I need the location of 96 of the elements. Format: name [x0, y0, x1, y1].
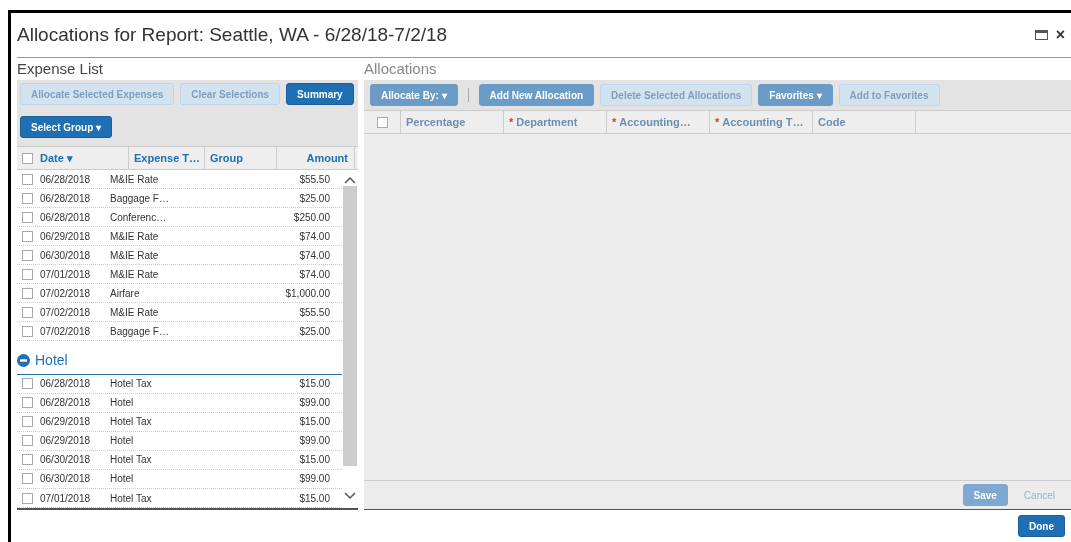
group-label: Hotel [35, 352, 68, 369]
amount-cell-text: $74.00 [298, 249, 331, 261]
column-header[interactable]: Department [516, 116, 578, 128]
expense-type-cell-text: Hotel Tax [110, 378, 153, 390]
amount-cell-text: $99.00 [298, 473, 331, 485]
expense-type-cell-text: Baggage F… [110, 325, 170, 337]
date-cell-text: 06/29/2018 [39, 435, 92, 447]
checkbox[interactable] [376, 116, 388, 128]
amount-cell-text: $25.00 [298, 192, 331, 204]
maximize-icon[interactable] [1034, 30, 1048, 40]
column-header[interactable]: Accounting… [619, 116, 691, 128]
checkbox[interactable] [21, 173, 33, 185]
amount-cell-text: $1,000.00 [284, 287, 331, 299]
expense-type-cell-text: M&IE Rate [110, 268, 160, 280]
amount-cell-text: $55.50 [298, 173, 331, 185]
amount-cell-text: $55.50 [298, 306, 331, 318]
close-button[interactable]: × [1055, 26, 1065, 44]
scroll-down-icon[interactable] [344, 492, 356, 500]
expense-type-cell-text: Conferenc… [110, 211, 168, 223]
checkbox[interactable] [21, 454, 33, 466]
checkbox[interactable] [21, 325, 33, 337]
date-cell-text: 06/29/2018 [39, 416, 92, 428]
expense-type-cell-text: Hotel [110, 435, 135, 447]
select-group-button[interactable]: Select Group ▾ [20, 116, 112, 138]
date-cell-text: 06/28/2018 [39, 378, 92, 390]
expense-type-cell-text: Hotel [110, 473, 135, 485]
panel-title: Allocations [364, 59, 438, 79]
required-mark: * [715, 116, 720, 128]
scroll-up-icon[interactable] [344, 176, 356, 184]
date-cell-text: 06/28/2018 [39, 211, 92, 223]
expense-type-cell-text: Hotel Tax [110, 416, 153, 428]
amount-cell-text: $25.00 [298, 325, 331, 337]
expense-type-cell-text: Hotel Tax [110, 454, 153, 466]
expense-type-cell-text: Hotel Tax [110, 492, 153, 504]
checkbox[interactable] [21, 230, 33, 242]
column-header[interactable]: Accounting T… [722, 116, 804, 128]
required-mark: * [612, 116, 617, 128]
expense-type-cell-text: Hotel [110, 397, 135, 409]
checkbox[interactable] [21, 306, 33, 318]
checkbox[interactable] [21, 211, 33, 223]
date-cell-text: 07/01/2018 [39, 268, 92, 280]
column-header[interactable]: Expense T… [129, 147, 205, 169]
date-cell-text: 06/30/2018 [39, 249, 92, 261]
column-header[interactable]: Group [205, 147, 277, 169]
checkbox[interactable] [21, 287, 33, 299]
checkbox[interactable] [21, 249, 33, 261]
date-cell-text: 06/28/2018 [39, 192, 92, 204]
column-header[interactable]: Date ▾ [37, 147, 129, 169]
expense-type-cell-text: Airfare [110, 287, 141, 299]
window-title: Allocations for Report: Seattle, WA - 6/28/18-7/2/18 [17, 24, 449, 46]
amount-cell-text: $250.00 [292, 211, 331, 223]
save-button[interactable]: Save [962, 484, 1008, 506]
toolbar-button[interactable]: Add New Allocation [478, 84, 595, 106]
collapse-icon[interactable] [17, 353, 30, 367]
toolbar-button[interactable]: Favorites ▾ [758, 84, 833, 106]
amount-cell-text: $15.00 [298, 454, 331, 466]
panel-title: Expense List [17, 59, 104, 79]
checkbox[interactable] [21, 492, 33, 504]
checkbox[interactable] [21, 416, 33, 428]
amount-cell-text: $74.00 [298, 230, 331, 242]
column-header[interactable]: Code [818, 116, 846, 128]
date-cell-text: 06/28/2018 [39, 397, 92, 409]
expense-type-cell-text: M&IE Rate [110, 306, 160, 318]
required-mark: * [509, 116, 514, 128]
expense-type-cell-text: M&IE Rate [110, 249, 160, 261]
checkbox[interactable] [21, 397, 33, 409]
date-cell-text: 07/02/2018 [39, 287, 92, 299]
amount-cell-text: $74.00 [298, 268, 331, 280]
toolbar-button[interactable]: Summary [286, 83, 354, 105]
date-cell-text: 07/02/2018 [39, 306, 92, 318]
done-button[interactable]: Done [1018, 515, 1065, 537]
date-cell-text: 06/29/2018 [39, 230, 92, 242]
scrollbar-thumb[interactable] [343, 186, 357, 466]
date-cell-text: 07/02/2018 [39, 325, 92, 337]
amount-cell-text: $99.00 [298, 435, 331, 447]
checkbox[interactable] [21, 473, 33, 485]
amount-cell-text: $15.00 [298, 492, 331, 504]
expense-type-cell-text: M&IE Rate [110, 173, 160, 185]
date-cell-text: 06/30/2018 [39, 454, 92, 466]
amount-cell-text: $15.00 [298, 416, 331, 428]
date-cell-text: 06/28/2018 [39, 173, 92, 185]
amount-cell-text: $15.00 [298, 378, 331, 390]
checkbox[interactable] [21, 435, 33, 447]
expense-type-cell-text: M&IE Rate [110, 230, 160, 242]
column-header[interactable]: Amount [277, 147, 355, 169]
checkbox[interactable] [21, 192, 33, 204]
checkbox[interactable] [21, 378, 33, 390]
amount-cell-text: $99.00 [298, 397, 331, 409]
column-header[interactable]: Percentage [406, 116, 466, 128]
date-cell-text: 07/01/2018 [39, 492, 92, 504]
cancel-link[interactable]: Cancel [1017, 488, 1061, 502]
date-cell-text: 06/30/2018 [39, 473, 92, 485]
toolbar-button[interactable]: Allocate By: ▾ [370, 84, 458, 106]
checkbox[interactable] [21, 268, 33, 280]
expense-type-cell-text: Baggage F… [110, 192, 170, 204]
checkbox[interactable] [21, 152, 33, 164]
